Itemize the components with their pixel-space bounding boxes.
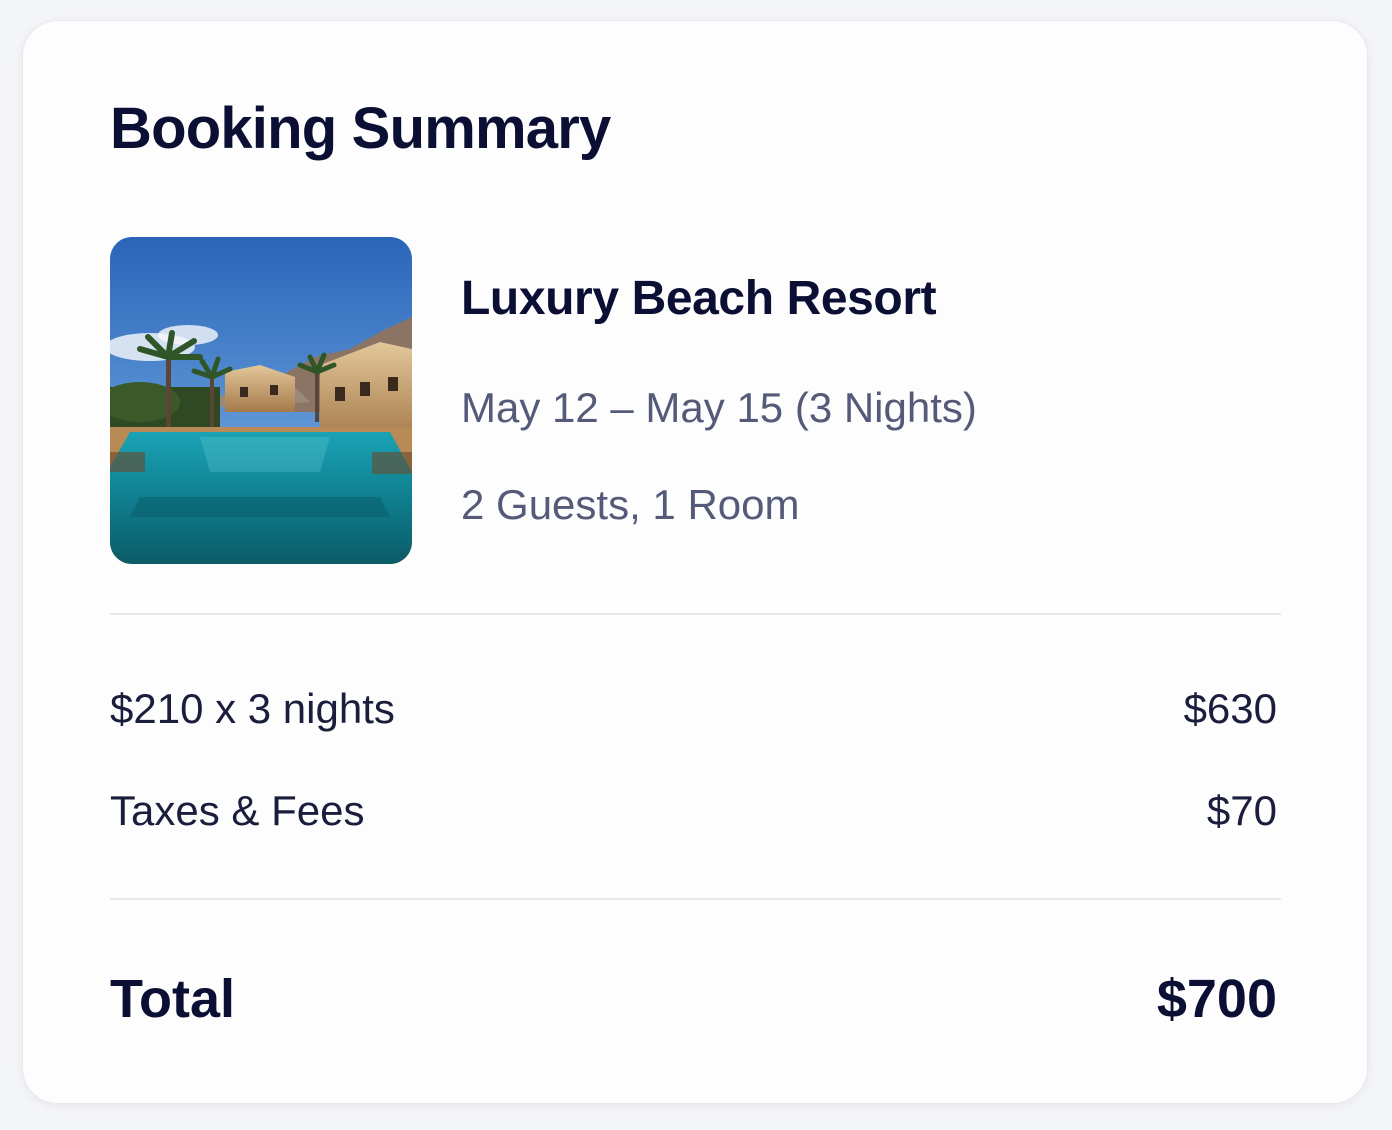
divider [110, 613, 1281, 615]
total-label: Total [110, 969, 235, 1029]
taxes-fees-amount: $70 [1206, 787, 1277, 834]
page-title: Booking Summary [110, 96, 611, 161]
booking-summary-card: Booking Summary Luxury Beach Resort May … [22, 20, 1368, 1104]
stay-dates: May 12 – May 15 (3 Nights) [461, 384, 977, 431]
total-amount: $700 [1156, 969, 1277, 1029]
nightly-rate-label: $210 x 3 nights [110, 685, 395, 732]
guests-rooms: 2 Guests, 1 Room [461, 481, 800, 528]
hotel-name: Luxury Beach Resort [461, 272, 937, 325]
resort-pool-image [110, 237, 412, 564]
hotel-thumbnail [110, 237, 412, 564]
taxes-fees-label: Taxes & Fees [110, 787, 365, 834]
divider [110, 898, 1281, 900]
nightly-rate-amount: $630 [1183, 685, 1277, 732]
